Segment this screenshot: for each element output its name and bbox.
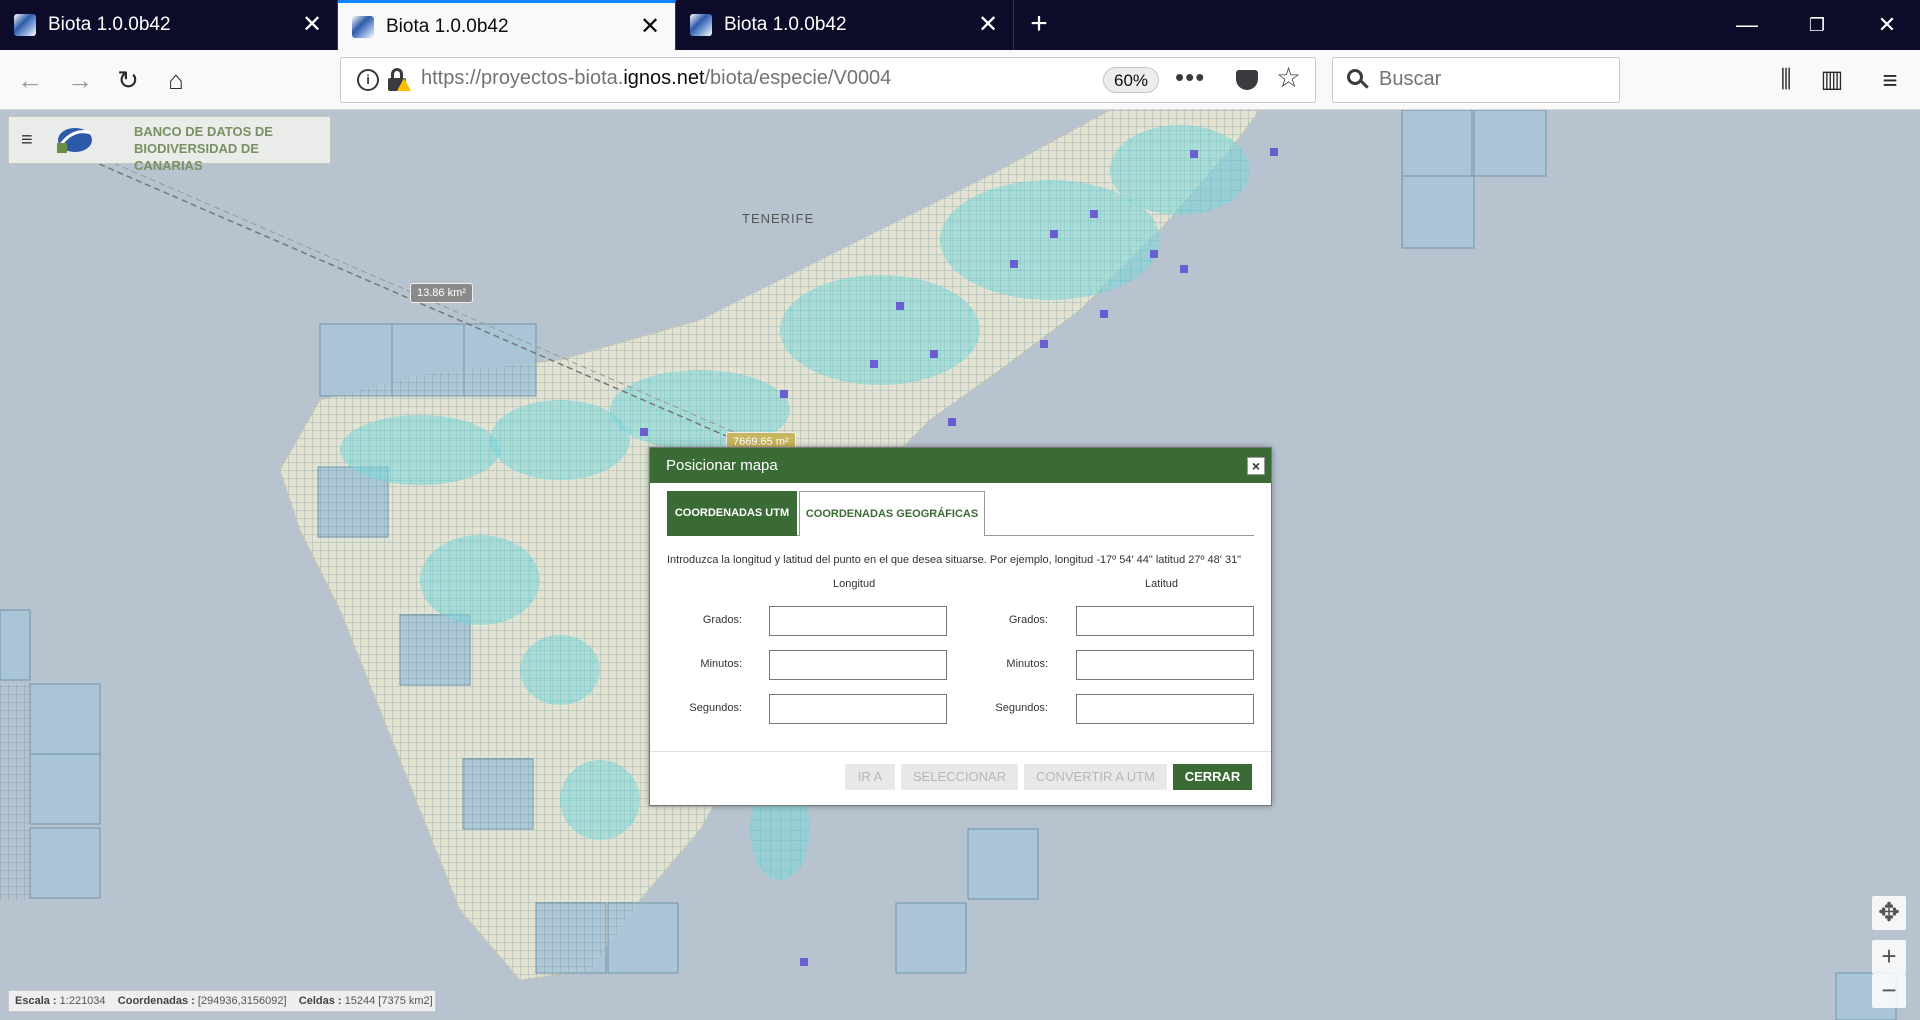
app-logo-panel: ≡ BANCO DE DATOS DE BIODIVERSIDAD DE CAN… xyxy=(8,116,331,173)
latitude-header: Latitud xyxy=(1145,578,1179,590)
tab-utm-coordinates[interactable]: COORDENADAS UTM xyxy=(667,491,797,536)
zoom-level-badge[interactable]: 60% xyxy=(1103,67,1159,93)
browser-tab-2[interactable]: Biota 1.0.0b42 ✕ xyxy=(338,0,676,50)
lat-seconds-input[interactable] xyxy=(1076,694,1254,724)
biota-favicon-icon xyxy=(690,14,712,36)
map-status-bar: Escala : 1:221034 Coordenadas : [294936,… xyxy=(8,990,436,1012)
forward-icon[interactable]: → xyxy=(60,60,100,100)
pocket-icon[interactable] xyxy=(1236,70,1258,90)
window-close-icon[interactable]: ✕ xyxy=(1852,0,1920,50)
info-icon[interactable]: i xyxy=(357,69,379,91)
search-input[interactable]: Buscar xyxy=(1379,68,1441,91)
tab-close-icon[interactable]: ✕ xyxy=(977,13,999,37)
tab-title: Biota 1.0.0b42 xyxy=(48,14,171,35)
browser-tab-3[interactable]: Biota 1.0.0b42 ✕ xyxy=(676,0,1014,50)
hamburger-menu-icon[interactable]: ≡ xyxy=(21,129,33,152)
pan-icon[interactable]: ✥ xyxy=(1872,896,1906,930)
new-tab-button[interactable]: + xyxy=(1014,0,1064,50)
tab-title: Biota 1.0.0b42 xyxy=(724,14,847,35)
app-title: BANCO DE DATOS DE BIODIVERSIDAD DE CANAR… xyxy=(134,124,273,173)
dialog-close-icon[interactable]: × xyxy=(1247,457,1265,475)
search-bar[interactable]: Buscar xyxy=(1332,57,1620,103)
insecure-lock-icon[interactable] xyxy=(387,68,411,92)
convert-to-utm-button[interactable]: CONVERTIR A UTM xyxy=(1024,764,1167,790)
instructions-text: Introduzca la longitud y latitud del pun… xyxy=(667,554,1242,566)
zoom-in-button[interactable]: + xyxy=(1872,940,1906,974)
menu-icon[interactable]: ≡ xyxy=(1870,60,1910,100)
position-map-dialog: Posicionar mapa × COORDENADAS UTM COORDE… xyxy=(649,447,1272,806)
search-icon xyxy=(1347,69,1369,89)
biota-favicon-icon xyxy=(14,14,36,36)
lat-degrees-label: Grados: xyxy=(1008,614,1048,626)
lon-minutes-input[interactable] xyxy=(769,650,947,680)
go-to-button[interactable]: IR A xyxy=(845,764,895,790)
lon-minutes-label: Minutos: xyxy=(700,658,742,670)
close-button[interactable]: CERRAR xyxy=(1173,764,1252,790)
lat-seconds-label: Segundos: xyxy=(995,702,1048,714)
home-icon[interactable]: ⌂ xyxy=(156,60,196,100)
island-label: TENERIFE xyxy=(742,211,815,226)
back-icon[interactable]: ← xyxy=(10,60,50,100)
url-bar[interactable]: i https://proyectos-biota.ignos.net/biot… xyxy=(340,57,1316,103)
lon-seconds-input[interactable] xyxy=(769,694,947,724)
lon-degrees-input[interactable] xyxy=(769,606,947,636)
biota-logo-icon xyxy=(57,128,92,153)
restore-icon[interactable]: ❐ xyxy=(1782,0,1852,50)
reload-icon[interactable]: ↻ xyxy=(108,60,148,100)
tab-close-icon[interactable]: ✕ xyxy=(639,14,661,38)
tab-strip: Biota 1.0.0b42 ✕ Biota 1.0.0b42 ✕ Biota … xyxy=(0,0,1920,50)
tab-close-icon[interactable]: ✕ xyxy=(301,13,323,37)
longitude-header: Longitud xyxy=(833,578,876,590)
navigation-bar: ← → ↻ ⌂ i https://proyectos-biota.ignos.… xyxy=(0,50,1920,110)
library-icon[interactable]: ⫼ xyxy=(1766,60,1806,100)
minimize-icon[interactable]: — xyxy=(1712,0,1782,50)
page-actions-icon[interactable]: ••• xyxy=(1175,62,1205,93)
measure-tooltip: 13.86 km² xyxy=(410,283,473,303)
lon-degrees-label: Grados: xyxy=(702,614,742,626)
coordinate-tabs: COORDENADAS UTM COORDENADAS GEOGRÁFICAS xyxy=(667,491,1254,536)
sidebar-icon[interactable]: ▥ xyxy=(1812,60,1852,100)
tab-geographic-coordinates[interactable]: COORDENADAS GEOGRÁFICAS xyxy=(799,491,985,536)
zoom-out-button[interactable]: − xyxy=(1872,974,1906,1008)
url-text[interactable]: https://proyectos-biota.ignos.net/biota/… xyxy=(421,67,891,90)
biota-favicon-icon xyxy=(352,15,374,38)
lon-seconds-label: Segundos: xyxy=(689,702,742,714)
bookmark-star-icon[interactable]: ☆ xyxy=(1276,61,1301,94)
lat-degrees-input[interactable] xyxy=(1076,606,1254,636)
select-button[interactable]: SELECCIONAR xyxy=(901,764,1018,790)
browser-tab-1[interactable]: Biota 1.0.0b42 ✕ xyxy=(0,0,338,50)
dialog-divider xyxy=(650,751,1271,752)
lat-minutes-label: Minutos: xyxy=(1006,658,1048,670)
lat-minutes-input[interactable] xyxy=(1076,650,1254,680)
dialog-title: Posicionar mapa xyxy=(650,448,1271,483)
tab-title: Biota 1.0.0b42 xyxy=(386,15,509,37)
